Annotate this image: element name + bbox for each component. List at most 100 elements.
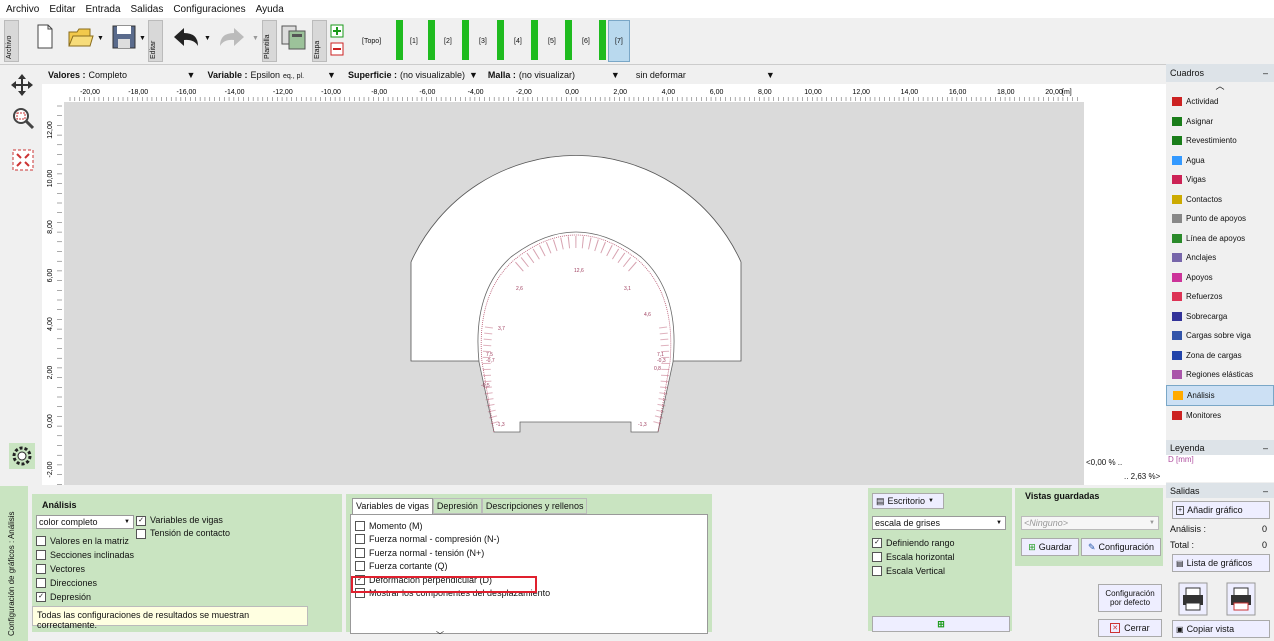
graph-list-button[interactable]: ▤ Lista de gráficos — [1172, 554, 1270, 572]
cerrar-button[interactable]: ✕ Cerrar — [1098, 619, 1162, 637]
cuadros-item[interactable]: Línea de apoyos — [1166, 229, 1274, 249]
menu-archivo[interactable]: Archivo — [6, 4, 39, 15]
cuadros-item[interactable]: Regiones elásticas — [1166, 365, 1274, 385]
stage-3[interactable]: [3] — [479, 22, 487, 60]
contacto-checkbox[interactable]: Tensión de contacto — [136, 528, 230, 539]
tab-depresion[interactable]: Depresión — [432, 498, 482, 514]
checkbox-row[interactable]: Fuerza cortante (Q) — [355, 560, 707, 574]
tab-variables-vigas[interactable]: Variables de vigas — [352, 498, 433, 514]
cuadros-item[interactable]: Vigas — [1166, 170, 1274, 190]
menu-entrada[interactable]: Entrada — [85, 4, 120, 15]
stage-6[interactable]: [6] — [582, 22, 590, 60]
stage-4[interactable]: [4] — [514, 22, 522, 60]
stage-1[interactable]: [1] — [410, 22, 418, 60]
checkbox-row[interactable]: Secciones inclinadas — [36, 548, 134, 562]
checkbox-row[interactable]: ✓ Depresión — [36, 590, 134, 604]
collapse-icon[interactable]: – — [1263, 68, 1268, 78]
cuadros-item[interactable]: Zona de cargas — [1166, 346, 1274, 366]
configuracion-button[interactable]: ✎ Configuración — [1081, 538, 1161, 556]
checkbox-row[interactable]: Valores en la matriz — [36, 534, 134, 548]
stage-5[interactable]: [5] — [548, 22, 556, 60]
zoom-icon[interactable] — [12, 107, 34, 131]
checkbox-row[interactable]: Escala horizontal — [872, 550, 955, 564]
cuadros-item[interactable]: Anclajes — [1166, 248, 1274, 268]
cuadros-item[interactable]: Punto de apoyos — [1166, 209, 1274, 229]
checkbox-row[interactable]: Fuerza normal - tensión (N+) — [355, 546, 707, 560]
menu-configuraciones[interactable]: Configuraciones — [173, 4, 245, 15]
variable-select[interactable]: Epsilon — [250, 70, 280, 80]
copy-view-button[interactable]: ▣ Copiar vista — [1172, 620, 1270, 638]
save-icon[interactable] — [112, 24, 136, 50]
add-graph-button[interactable]: + Añadir gráfico — [1172, 501, 1270, 519]
open-dropdown-icon[interactable]: ▼ — [97, 35, 104, 42]
redo-dropdown-icon[interactable]: ▼ — [252, 35, 259, 42]
checkbox-row[interactable]: ✓ Definiendo rango — [872, 536, 955, 550]
superficie-dropdown-icon[interactable]: ▼ — [469, 70, 478, 80]
cuadros-item[interactable]: Actividad — [1166, 92, 1274, 112]
vistas-title: Vistas guardadas — [1025, 491, 1100, 501]
add-stage-icon[interactable] — [330, 24, 344, 38]
guardar-button[interactable]: ⊞ Guardar — [1021, 538, 1079, 556]
expand-chevron-icon[interactable]: ﹀ — [436, 630, 444, 641]
add-escritorio-button[interactable]: ⊞ — [872, 616, 1010, 632]
deform-dropdown-icon[interactable]: ▼ — [766, 70, 775, 80]
new-file-icon[interactable] — [36, 24, 54, 50]
save-dropdown-icon[interactable]: ▼ — [139, 35, 146, 42]
undo-dropdown-icon[interactable]: ▼ — [204, 35, 211, 42]
stage-topo[interactable]: [Topo] — [362, 22, 381, 60]
undo-icon[interactable] — [170, 26, 200, 48]
cuadros-item[interactable]: Agua — [1166, 151, 1274, 171]
menu-editar[interactable]: Editar — [49, 4, 75, 15]
checkbox-row[interactable]: Fuerza normal - compresión (N-) — [355, 533, 707, 547]
scroll-up-icon[interactable]: ︿ — [1166, 82, 1274, 92]
deform-select[interactable]: sin deformar — [636, 70, 762, 80]
valores-dropdown-icon[interactable]: ▼ — [187, 70, 196, 80]
stage-7[interactable]: [7] — [615, 22, 623, 60]
cuadros-item[interactable]: Apoyos — [1166, 268, 1274, 288]
menu-ayuda[interactable]: Ayuda — [256, 4, 284, 15]
remove-stage-icon[interactable] — [330, 42, 344, 56]
checkbox-row[interactable]: Escala Vertical — [872, 564, 955, 578]
redo-icon[interactable] — [218, 26, 248, 48]
menu-salidas[interactable]: Salidas — [131, 4, 164, 15]
collapse-icon[interactable]: – — [1263, 443, 1268, 453]
cuadros-item[interactable]: Revestimiento — [1166, 131, 1274, 151]
checkbox-row[interactable]: Vectores — [36, 562, 134, 576]
vigas-checkbox[interactable]: ✓ Variables de vigas — [136, 515, 223, 526]
cuadros-item[interactable]: Contactos — [1166, 190, 1274, 210]
open-folder-icon[interactable] — [68, 24, 94, 50]
checkbox-row[interactable]: ✓ Deformación perpendicular (D) — [355, 573, 707, 587]
vistas-select[interactable]: <Ninguno> ▼ — [1021, 516, 1159, 530]
gray-scale-select[interactable]: escala de grises ▼ — [872, 516, 1006, 530]
checkbox-row[interactable]: Mostrar los componentes del desplazamien… — [355, 587, 707, 601]
variable-dropdown-icon[interactable]: ▼ — [327, 70, 336, 80]
cuadros-item[interactable]: Asignar — [1166, 112, 1274, 132]
cuadros-item[interactable]: Sobrecarga — [1166, 307, 1274, 327]
stage-2[interactable]: [2] — [444, 22, 452, 60]
escritorio-button[interactable]: ▤ Escritorio ▼ — [872, 493, 944, 509]
default-config-button[interactable]: Configuración por defecto — [1098, 584, 1162, 612]
checkbox-row[interactable]: Direcciones — [36, 576, 134, 590]
checkbox-row[interactable]: Momento (M) — [355, 519, 707, 533]
cuadros-item[interactable]: Cargas sobre viga — [1166, 326, 1274, 346]
valores-select[interactable]: Completo — [89, 70, 183, 80]
drawing-canvas[interactable]: 2,6 12,6 3,1 3,7 4,6 7,5 -0,7 7,1 -0,3 0… — [64, 102, 1084, 485]
zoom-extents-icon[interactable] — [12, 149, 34, 171]
cuadros-item[interactable]: Monitores — [1166, 406, 1274, 426]
cuadros-item[interactable]: Refuerzos — [1166, 287, 1274, 307]
color-select[interactable]: color completo ▼ — [36, 515, 134, 529]
print-icon[interactable] — [1178, 582, 1208, 616]
malla-select[interactable]: (no visualizar) — [519, 70, 607, 80]
print-export-icon[interactable] — [1226, 582, 1256, 616]
template-icon[interactable] — [280, 24, 308, 50]
checkbox-label: Deformación perpendicular (D) — [369, 574, 493, 585]
superficie-select[interactable]: (no visualizable) — [400, 70, 465, 80]
tab-descripciones[interactable]: Descripciones y rellenos — [481, 498, 588, 514]
collapse-icon[interactable]: – — [1263, 486, 1268, 496]
list-icon: ▤ — [1176, 558, 1184, 568]
settings-gear-icon[interactable] — [9, 443, 35, 469]
malla-dropdown-icon[interactable]: ▼ — [611, 70, 620, 80]
pan-move-icon[interactable] — [10, 73, 34, 97]
cuadros-item[interactable]: Análisis — [1166, 384, 1274, 406]
checkbox-icon — [872, 566, 882, 576]
